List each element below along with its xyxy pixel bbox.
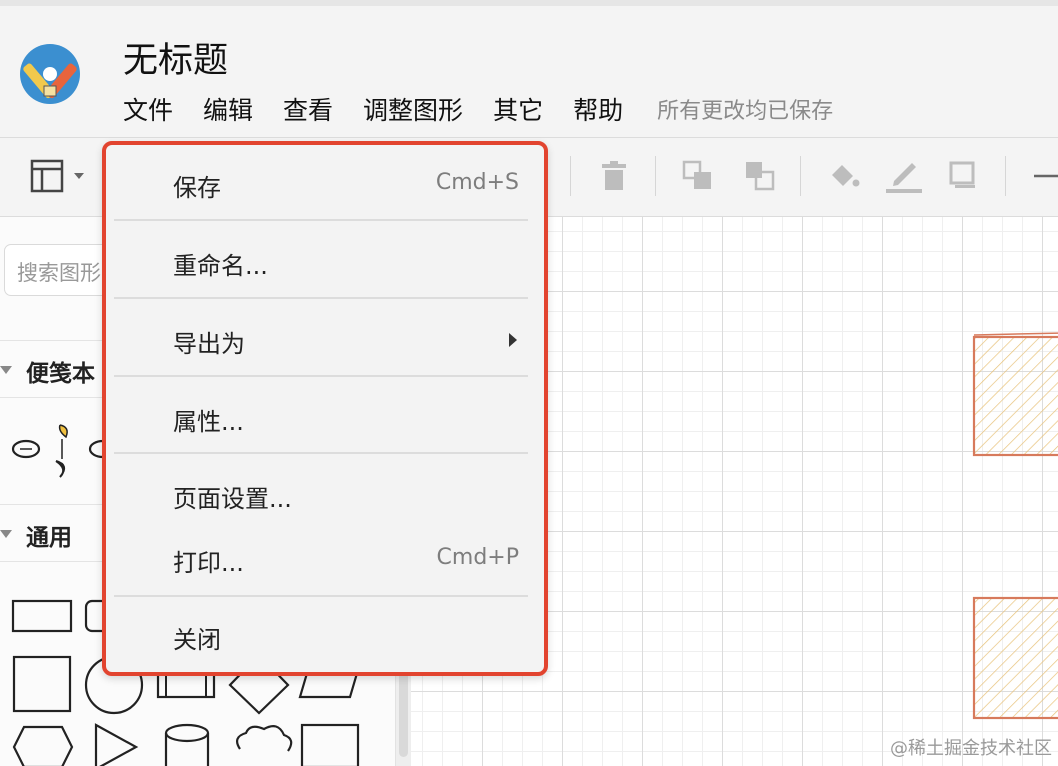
menu-item-shortcut: Cmd+P — [436, 545, 519, 570]
toolbar-separator — [655, 156, 656, 196]
menu-item-page-setup[interactable]: 页面设置... — [106, 470, 544, 520]
menu-separator — [114, 452, 528, 454]
to-back-button[interactable] — [740, 156, 780, 196]
collapse-triangle-icon — [0, 366, 12, 374]
menu-extras[interactable]: 其它 — [493, 91, 543, 127]
menu-arrange[interactable]: 调整图形 — [363, 91, 463, 127]
menu-item-export-as[interactable]: 导出为 — [106, 315, 544, 365]
menu-item-save[interactable]: 保存 Cmd+S — [106, 159, 544, 209]
menu-item-properties[interactable]: 属性... — [106, 393, 544, 443]
menu-separator — [114, 375, 528, 377]
menu-edit[interactable]: 编辑 — [203, 91, 253, 127]
paint-bucket-icon — [832, 165, 860, 187]
menu-item-label: 属性... — [173, 408, 244, 436]
send-to-back-icon — [746, 162, 775, 191]
menu-separator — [114, 595, 528, 597]
menu-item-label: 页面设置... — [173, 485, 292, 513]
menu-separator — [114, 219, 528, 221]
menu-item-label: 重命名... — [173, 252, 268, 280]
menu-item-shortcut: Cmd+S — [435, 170, 519, 195]
watermark: @稀土掘金技术社区 — [890, 738, 1052, 759]
section-label: 便笺本 — [26, 361, 95, 387]
menu-item-label: 保存 — [173, 174, 221, 202]
shadow-button[interactable] — [944, 156, 984, 196]
submenu-arrow-icon — [509, 333, 517, 347]
delete-button[interactable] — [594, 156, 634, 196]
menu-view[interactable]: 查看 — [283, 91, 333, 127]
app-logo-icon — [20, 44, 80, 104]
collapse-triangle-icon — [0, 530, 12, 538]
scratchpad-shapes-icon[interactable] — [8, 417, 108, 487]
toolbar-separator — [1005, 156, 1006, 196]
save-status: 所有更改均已保存 — [657, 99, 834, 124]
menu-item-label: 打印... — [173, 549, 244, 577]
menu-item-rename[interactable]: 重命名... — [106, 237, 544, 287]
app-header: 无标题 文件 编辑 查看 调整图形 其它 帮助 所有更改均已保存 — [0, 6, 1058, 138]
menu-bar: 文件 编辑 查看 调整图形 其它 帮助 所有更改均已保存 — [123, 92, 833, 126]
toolbar-separator — [800, 156, 801, 196]
search-placeholder: 搜索图形 — [17, 261, 101, 285]
shadow-icon — [949, 161, 975, 188]
toolbar-separator — [570, 156, 571, 196]
fill-color-button[interactable] — [824, 156, 864, 196]
sketch-shape[interactable] — [971, 329, 1058, 461]
menu-help[interactable]: 帮助 — [573, 91, 623, 127]
to-front-button[interactable] — [678, 156, 718, 196]
file-menu-dropdown: 保存 Cmd+S 重命名... 导出为 属性... 页面设置... 打印... … — [102, 141, 548, 676]
pencil-line-icon — [886, 163, 922, 193]
trash-icon — [602, 161, 626, 190]
menu-item-label: 关闭 — [173, 626, 221, 654]
line-style-icon — [1034, 174, 1058, 178]
section-label: 通用 — [26, 525, 72, 551]
layout-toggle-button[interactable] — [26, 156, 96, 196]
menu-item-close[interactable]: 关闭 — [106, 611, 544, 661]
menu-item-label: 导出为 — [173, 330, 245, 358]
sketch-shape[interactable] — [971, 593, 1058, 723]
line-style-button[interactable] — [1026, 156, 1058, 196]
line-color-button[interactable] — [884, 156, 924, 196]
menu-item-print[interactable]: 打印... Cmd+P — [106, 534, 544, 584]
layout-panel-icon — [30, 159, 84, 193]
bring-to-front-icon — [682, 160, 711, 189]
menu-file[interactable]: 文件 — [123, 91, 173, 127]
document-title[interactable]: 无标题 — [123, 32, 228, 83]
menu-separator — [114, 297, 528, 299]
